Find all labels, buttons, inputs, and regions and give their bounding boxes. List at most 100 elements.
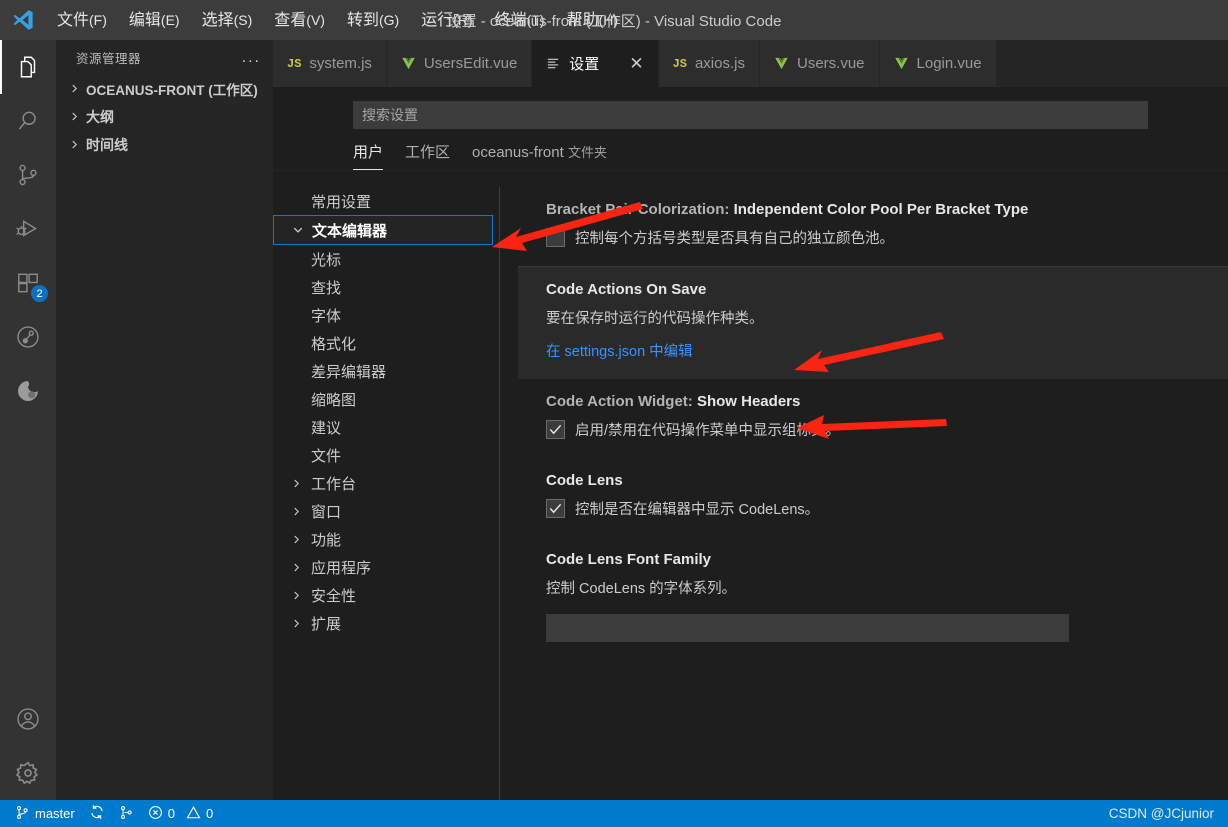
watermark: CSDN @JCjunior xyxy=(1108,806,1214,821)
toc-item-formatting[interactable]: 格式化 xyxy=(273,329,500,357)
tab-label: system.js xyxy=(309,55,372,72)
menu-view-label: 查看 xyxy=(274,11,307,29)
tab-usersedit-vue[interactable]: UsersEdit.vue xyxy=(386,40,533,87)
toc-item-features[interactable]: 功能 xyxy=(273,525,500,553)
activity-item-accounts[interactable] xyxy=(0,692,56,746)
settings-list: Bracket Pair Colorization: Independent C… xyxy=(500,187,1228,800)
status-remote[interactable] xyxy=(112,800,141,827)
sidebar-item-outline[interactable]: 大纲 xyxy=(56,103,273,131)
js-file-icon: JS xyxy=(287,56,302,71)
edit-in-settings-json-link[interactable]: 在 settings.json 中编辑 xyxy=(546,340,1204,361)
activity-bar: 2 xyxy=(0,40,56,800)
sidebar-item-timeline[interactable]: 时间线 xyxy=(56,131,273,159)
source-control-icon xyxy=(119,805,134,823)
menu-view[interactable]: 查看(V) xyxy=(263,6,336,35)
menu-bar: 文件(F) 编辑(E) 选择(S) 查看(V) 转到(G) 运行(R) 终端(T… xyxy=(46,6,629,35)
setting-name: Independent Color Pool Per Bracket Type xyxy=(733,201,1029,218)
activity-item-explorer[interactable] xyxy=(0,40,56,94)
menu-terminal[interactable]: 终端(T) xyxy=(484,6,556,35)
settings-tab-folder[interactable]: oceanus-front 文件夹 xyxy=(472,142,607,169)
toc-item-text-editor[interactable]: 文本编辑器 xyxy=(273,215,493,245)
settings-scope-tabs: 用户 工作区 oceanus-front 文件夹 xyxy=(273,129,1228,171)
toc-item-cursor[interactable]: 光标 xyxy=(273,245,500,273)
sidebar-header: 资源管理器 ... xyxy=(56,40,273,75)
setting-title: Code Lens Font Family xyxy=(546,551,1204,568)
status-branch[interactable]: master xyxy=(8,800,82,827)
tab-system-js[interactable]: JS system.js xyxy=(273,40,387,87)
menu-file[interactable]: 文件(F) xyxy=(46,6,118,35)
toc-item-label: 功能 xyxy=(311,531,342,549)
setting-row-code-actions-on-save: Code Actions On Save 要在保存时运行的代码操作种类。 在 s… xyxy=(518,267,1228,379)
menu-view-mnemonic: (V) xyxy=(306,11,325,28)
error-icon xyxy=(148,805,163,823)
toc-item-minimap[interactable]: 缩略图 xyxy=(273,385,500,413)
toc-item-extensions[interactable]: 扩展 xyxy=(273,609,500,637)
toc-item-font[interactable]: 字体 xyxy=(273,301,500,329)
toc-item-label: 建议 xyxy=(311,419,342,437)
toc-item-find[interactable]: 查找 xyxy=(273,273,500,301)
settings-search-input[interactable] xyxy=(353,101,1148,129)
activity-item-gitlens[interactable] xyxy=(0,310,56,364)
activity-item-source-control[interactable] xyxy=(0,148,56,202)
close-icon[interactable]: ✕ xyxy=(629,54,643,74)
settings-tab-workspace[interactable]: 工作区 xyxy=(405,141,450,170)
setting-description-row: 要在保存时运行的代码操作种类。 xyxy=(546,307,1204,328)
menu-help[interactable]: 帮助(H) xyxy=(556,6,629,35)
menu-edit[interactable]: 编辑(E) xyxy=(118,6,191,35)
toc-item-application[interactable]: 应用程序 xyxy=(273,553,500,581)
setting-checkbox[interactable] xyxy=(546,499,565,518)
activity-item-manage[interactable] xyxy=(0,746,56,800)
status-problems[interactable]: 0 0 xyxy=(141,800,220,827)
settings-tab-label: 用户 xyxy=(353,144,384,161)
setting-checkbox[interactable] xyxy=(546,420,565,439)
toc-item-security[interactable]: 安全性 xyxy=(273,581,500,609)
title-bar: 文件(F) 编辑(E) 选择(S) 查看(V) 转到(G) 运行(R) 终端(T… xyxy=(0,0,1228,40)
gear-icon xyxy=(15,760,41,786)
tab-label: UsersEdit.vue xyxy=(423,55,518,72)
menu-run[interactable]: 运行(R) xyxy=(410,6,483,35)
toc-item-label: 字体 xyxy=(311,307,342,325)
chevron-right-icon xyxy=(66,111,82,122)
toc-item-label: 扩展 xyxy=(311,615,342,633)
menu-terminal-label: 终端 xyxy=(494,11,527,29)
tab-login-vue[interactable]: Login.vue xyxy=(879,40,997,87)
status-sync[interactable] xyxy=(82,800,112,827)
tab-axios-js[interactable]: JS axios.js xyxy=(658,40,760,87)
activity-item-search[interactable] xyxy=(0,94,56,148)
settings-toc: 常用设置 文本编辑器 光标 查找 字体 格式化 差异编辑器 缩略图 建议 文件 … xyxy=(273,187,500,800)
toc-item-window[interactable]: 窗口 xyxy=(273,497,500,525)
setting-description: 要在保存时运行的代码操作种类。 xyxy=(546,311,764,327)
settings-tab-label: oceanus-front xyxy=(472,144,564,161)
explorer-sidebar: 资源管理器 ... OCEANUS-FRONT (工作区) 大纲 时间线 xyxy=(56,40,273,800)
tab-users-vue[interactable]: Users.vue xyxy=(760,40,880,87)
warning-count: 0 xyxy=(205,806,214,821)
settings-main: 常用设置 文本编辑器 光标 查找 字体 格式化 差异编辑器 缩略图 建议 文件 … xyxy=(273,187,1228,800)
toc-item-suggestions[interactable]: 建议 xyxy=(273,413,500,441)
setting-row-code-action-widget-show-headers: Code Action Widget: Show Headers 启用/禁用在代… xyxy=(518,379,1228,458)
toc-item-diff-editor[interactable]: 差异编辑器 xyxy=(273,357,500,385)
menu-help-label: 帮助 xyxy=(566,11,599,29)
setting-name: Code Lens Font Family xyxy=(546,551,712,568)
source-control-icon xyxy=(15,162,41,188)
activity-item-run-debug[interactable] xyxy=(0,202,56,256)
status-bar: master 0 0 CSDN @JCjunior xyxy=(0,800,1228,827)
chevron-right-icon xyxy=(66,139,82,150)
code-lens-font-family-input[interactable] xyxy=(546,614,1069,642)
activity-item-remote-explorer[interactable] xyxy=(0,364,56,418)
menu-selection[interactable]: 选择(S) xyxy=(191,6,264,35)
settings-tab-user[interactable]: 用户 xyxy=(353,141,384,170)
activity-item-extensions[interactable]: 2 xyxy=(0,256,56,310)
settings-tab-label: 工作区 xyxy=(405,144,451,161)
tab-settings[interactable]: 设置 ✕ xyxy=(532,40,659,87)
setting-row-code-lens: Code Lens 控制是否在编辑器中显示 CodeLens。 xyxy=(518,458,1228,537)
toc-item-label: 安全性 xyxy=(311,587,357,605)
menu-go-label: 转到 xyxy=(346,11,379,29)
setting-checkbox[interactable] xyxy=(546,228,565,247)
menu-go[interactable]: 转到(G) xyxy=(336,6,410,35)
toc-item-workbench[interactable]: 工作台 xyxy=(273,469,500,497)
toc-item-commonly-used[interactable]: 常用设置 xyxy=(273,187,500,215)
toc-item-label: 文本编辑器 xyxy=(312,222,388,240)
sidebar-more-actions-icon[interactable]: ... xyxy=(242,49,261,65)
toc-item-files[interactable]: 文件 xyxy=(273,441,500,469)
sidebar-item-oceanus-front[interactable]: OCEANUS-FRONT (工作区) xyxy=(56,75,273,103)
